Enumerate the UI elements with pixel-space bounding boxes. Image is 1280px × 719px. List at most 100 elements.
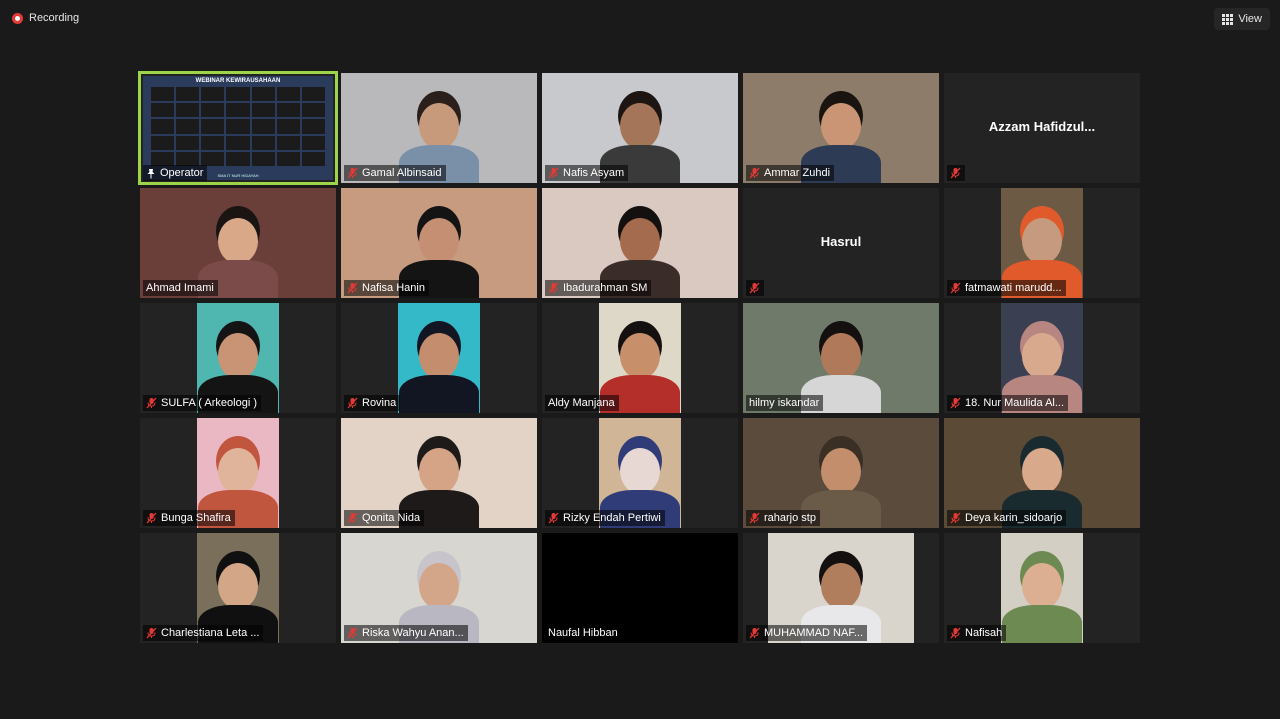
participant-tile[interactable]: Rovina bbox=[341, 303, 537, 413]
participant-name-label: Riska Wahyu Anan... bbox=[344, 625, 468, 641]
participant-head bbox=[821, 448, 861, 494]
participant-head bbox=[419, 218, 459, 264]
participant-body bbox=[399, 375, 479, 413]
participant-name-label: Charlestiana Leta ... bbox=[143, 625, 264, 641]
participant-tile[interactable]: Ibadurahman SM bbox=[542, 188, 738, 298]
recording-indicator[interactable]: Recording bbox=[12, 12, 79, 24]
participant-tile[interactable]: 18. Nur Maulida Al... bbox=[944, 303, 1140, 413]
participant-name: Ahmad Imami bbox=[146, 282, 214, 294]
participant-head bbox=[218, 563, 258, 609]
participant-tile[interactable]: Charlestiana Leta ... bbox=[140, 533, 336, 643]
participant-name: Bunga Shafira bbox=[161, 512, 231, 524]
view-button[interactable]: View bbox=[1214, 8, 1270, 30]
participant-head bbox=[419, 448, 459, 494]
microphone-muted-icon bbox=[950, 627, 961, 639]
participant-head bbox=[821, 103, 861, 149]
microphone-muted-icon bbox=[749, 167, 760, 179]
participant-tile[interactable]: WEBINAR KEWIRAUSAHAAN SMA IT NUR HIDAYAH O… bbox=[138, 71, 338, 185]
participant-tile[interactable]: Hasrul bbox=[743, 188, 939, 298]
participant-name: Riska Wahyu Anan... bbox=[362, 627, 464, 639]
participant-name-label: hilmy iskandar bbox=[746, 395, 824, 411]
participant-name-label: Ibadurahman SM bbox=[545, 280, 652, 296]
microphone-muted-icon bbox=[347, 627, 358, 639]
participant-name-label: 18. Nur Maulida Al... bbox=[947, 395, 1069, 411]
participant-tile[interactable]: Nafis Asyam bbox=[542, 73, 738, 183]
participant-tile[interactable]: Rizky Endah Pertiwi bbox=[542, 418, 738, 528]
participant-tile[interactable]: Naufal Hibban bbox=[542, 533, 738, 643]
participant-tile[interactable]: Nafisah bbox=[944, 533, 1140, 643]
participant-display-name: Hasrul bbox=[820, 234, 862, 250]
participant-tile[interactable]: Ammar Zuhdi bbox=[743, 73, 939, 183]
slide-title: WEBINAR KEWIRAUSAHAAN bbox=[195, 78, 281, 84]
participant-head bbox=[218, 448, 258, 494]
participant-name: Aldy Manjana bbox=[548, 397, 615, 409]
participant-name: Ibadurahman SM bbox=[563, 282, 648, 294]
microphone-muted-icon bbox=[749, 627, 760, 639]
participant-name: Rizky Endah Pertiwi bbox=[563, 512, 661, 524]
participant-video bbox=[398, 303, 480, 413]
microphone-muted-icon bbox=[347, 512, 358, 524]
participant-head bbox=[218, 333, 258, 379]
grid-icon bbox=[1222, 13, 1234, 25]
participant-name-label: Nafis Asyam bbox=[545, 165, 629, 181]
participant-head bbox=[218, 218, 258, 264]
participant-head bbox=[821, 333, 861, 379]
participant-tile[interactable]: Azzam Hafidzul... bbox=[944, 73, 1140, 183]
participant-name-label: Ammar Zuhdi bbox=[746, 165, 835, 181]
participant-tile[interactable]: Aldy Manjana bbox=[542, 303, 738, 413]
participant-name: raharjo stp bbox=[764, 512, 816, 524]
participant-tile[interactable]: Ahmad Imami bbox=[140, 188, 336, 298]
participant-tile[interactable]: Nafisa Hanin bbox=[341, 188, 537, 298]
participant-name: Nafisa Hanin bbox=[362, 282, 425, 294]
participant-tile[interactable]: Deya karin_sidoarjo bbox=[944, 418, 1140, 528]
participant-name-label: Nafisah bbox=[947, 625, 1007, 641]
participant-name-label: SULFA ( Arkeologi ) bbox=[143, 395, 261, 411]
participant-head bbox=[620, 333, 660, 379]
participant-name-label: Gamal Albinsaid bbox=[344, 165, 446, 181]
participant-tile[interactable]: Qonita Nida bbox=[341, 418, 537, 528]
participant-silhouette bbox=[399, 333, 479, 413]
microphone-muted-icon bbox=[548, 167, 559, 179]
participant-display-name: Azzam Hafidzul... bbox=[988, 119, 1096, 135]
participant-silhouette bbox=[1002, 563, 1082, 643]
participant-name: Rovina bbox=[362, 397, 397, 409]
participant-head bbox=[1022, 333, 1062, 379]
participant-name-label: Qonita Nida bbox=[344, 510, 425, 526]
participant-head bbox=[419, 333, 459, 379]
participant-tile[interactable]: fatmawati marudd... bbox=[944, 188, 1140, 298]
microphone-muted-icon bbox=[548, 282, 559, 294]
participant-name-label: fatmawati marudd... bbox=[947, 280, 1066, 296]
participant-tile[interactable]: Gamal Albinsaid bbox=[341, 73, 537, 183]
participant-name: hilmy iskandar bbox=[749, 397, 820, 409]
participant-head bbox=[1022, 563, 1062, 609]
recording-label: Recording bbox=[29, 12, 80, 24]
participant-name: Naufal Hibban bbox=[548, 627, 618, 639]
microphone-muted-icon bbox=[347, 282, 358, 294]
participant-name-label: Bunga Shafira bbox=[143, 510, 235, 526]
participant-name: Nafis Asyam bbox=[563, 167, 625, 179]
participant-name: Nafisah bbox=[965, 627, 1003, 639]
participant-head bbox=[1022, 448, 1062, 494]
participant-name-label: MUHAMMAD NAF... bbox=[746, 625, 867, 641]
participant-tile[interactable]: MUHAMMAD NAF... bbox=[743, 533, 939, 643]
participant-name: Charlestiana Leta ... bbox=[161, 627, 260, 639]
video-gallery: WEBINAR KEWIRAUSAHAAN SMA IT NUR HIDAYAH O… bbox=[138, 71, 1140, 645]
participant-tile[interactable]: Bunga Shafira bbox=[140, 418, 336, 528]
participant-name: SULFA ( Arkeologi ) bbox=[161, 397, 257, 409]
participant-name-label: Rovina bbox=[344, 395, 401, 411]
participant-tile[interactable]: hilmy iskandar bbox=[743, 303, 939, 413]
participant-name-label: raharjo stp bbox=[746, 510, 820, 526]
participant-name-label: Operator bbox=[143, 165, 208, 181]
microphone-muted-icon bbox=[950, 397, 961, 409]
participant-name-label bbox=[746, 280, 764, 296]
participant-name-label: Ahmad Imami bbox=[143, 280, 218, 296]
participant-name-label: Naufal Hibban bbox=[545, 625, 622, 641]
microphone-muted-icon bbox=[950, 282, 961, 294]
microphone-muted-icon bbox=[548, 512, 559, 524]
microphone-muted-icon bbox=[146, 627, 157, 639]
participant-tile[interactable]: Riska Wahyu Anan... bbox=[341, 533, 537, 643]
participant-tile[interactable]: raharjo stp bbox=[743, 418, 939, 528]
participant-head bbox=[419, 563, 459, 609]
participant-name: MUHAMMAD NAF... bbox=[764, 627, 863, 639]
participant-tile[interactable]: SULFA ( Arkeologi ) bbox=[140, 303, 336, 413]
